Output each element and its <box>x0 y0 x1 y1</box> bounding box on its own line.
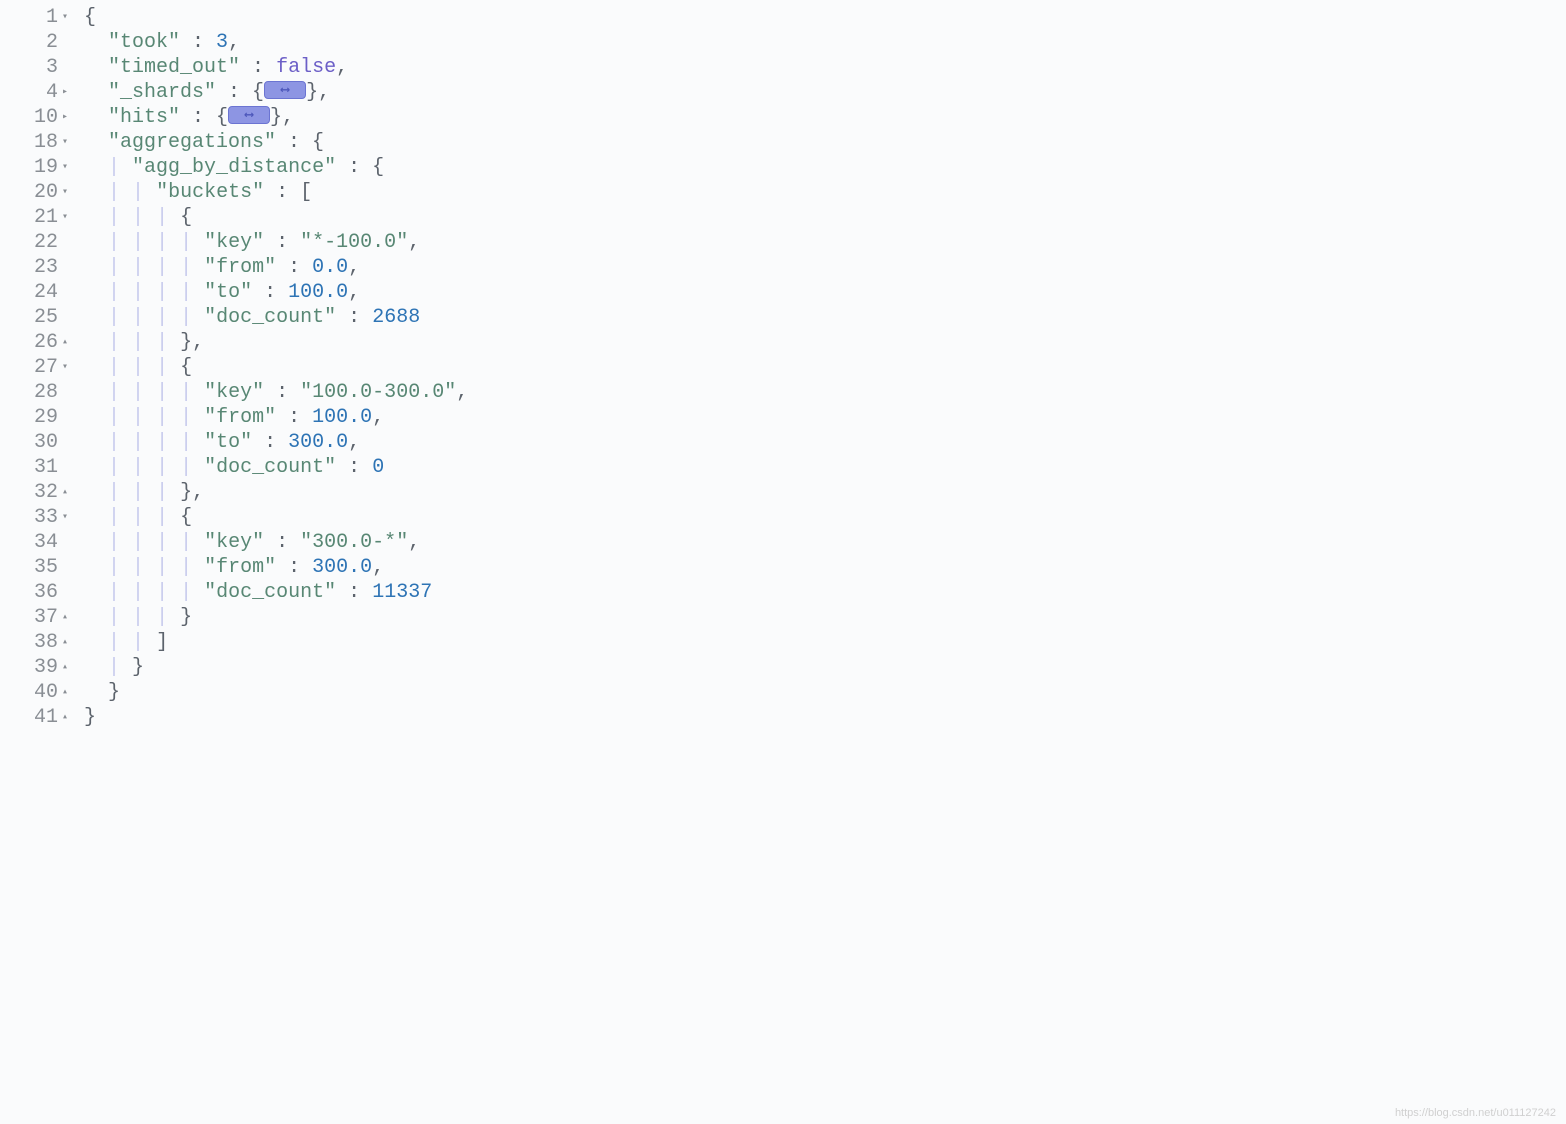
fold-icon[interactable]: ▴ <box>60 655 70 680</box>
code-line: | | | | "from" : 100.0, <box>78 405 1566 430</box>
line-number[interactable]: 36 <box>20 580 70 605</box>
fold-icon[interactable]: ▴ <box>60 680 70 705</box>
line-number[interactable]: 31 <box>20 455 70 480</box>
line-number[interactable]: 28 <box>20 380 70 405</box>
fold-icon[interactable]: ▴ <box>60 330 70 355</box>
code-line: | | | { <box>78 205 1566 230</box>
line-number[interactable]: 38▴ <box>20 630 70 655</box>
line-number[interactable]: 2 <box>20 30 70 55</box>
line-number[interactable]: 4▸ <box>20 80 70 105</box>
code-line: | } <box>78 655 1566 680</box>
fold-expand-icon[interactable] <box>264 81 306 99</box>
fold-icon[interactable]: ▾ <box>60 505 70 530</box>
line-number[interactable]: 41▴ <box>20 705 70 730</box>
code-line: | | | }, <box>78 480 1566 505</box>
line-number[interactable]: 23 <box>20 255 70 280</box>
fold-icon[interactable]: ▾ <box>60 180 70 205</box>
line-number[interactable]: 32▴ <box>20 480 70 505</box>
code-line: { <box>78 5 1566 30</box>
code-line: | | | | "key" : "300.0-*", <box>78 530 1566 555</box>
line-number[interactable]: 3 <box>20 55 70 80</box>
line-number[interactable]: 30 <box>20 430 70 455</box>
line-number[interactable]: 40▴ <box>20 680 70 705</box>
line-gutter: 1▾ 2 3 4▸ 10▸ 18▾ 19▾ 20▾ 21▾ 22 23 24 2… <box>0 0 78 735</box>
line-number[interactable]: 18▾ <box>20 130 70 155</box>
code-line: | | | { <box>78 505 1566 530</box>
code-line: "hits" : {}, <box>78 105 1566 130</box>
line-number[interactable]: 22 <box>20 230 70 255</box>
line-number[interactable]: 1▾ <box>20 5 70 30</box>
line-number[interactable]: 37▴ <box>20 605 70 630</box>
code-editor: 1▾ 2 3 4▸ 10▸ 18▾ 19▾ 20▾ 21▾ 22 23 24 2… <box>0 0 1566 735</box>
fold-icon[interactable]: ▾ <box>60 205 70 230</box>
line-number[interactable]: 39▴ <box>20 655 70 680</box>
code-line: | "agg_by_distance" : { <box>78 155 1566 180</box>
line-number[interactable]: 10▸ <box>20 105 70 130</box>
code-line: | | | | "key" : "100.0-300.0", <box>78 380 1566 405</box>
fold-icon[interactable]: ▴ <box>60 605 70 630</box>
line-number[interactable]: 34 <box>20 530 70 555</box>
fold-icon[interactable]: ▸ <box>60 80 70 105</box>
fold-icon[interactable]: ▴ <box>60 705 70 730</box>
fold-icon[interactable]: ▸ <box>60 105 70 130</box>
code-line: | | "buckets" : [ <box>78 180 1566 205</box>
code-line: "timed_out" : false, <box>78 55 1566 80</box>
code-line: | | | | "doc_count" : 11337 <box>78 580 1566 605</box>
line-number[interactable]: 33▾ <box>20 505 70 530</box>
fold-icon[interactable]: ▴ <box>60 480 70 505</box>
line-number[interactable]: 35 <box>20 555 70 580</box>
code-line: } <box>78 680 1566 705</box>
fold-icon[interactable]: ▾ <box>60 155 70 180</box>
line-number[interactable]: 19▾ <box>20 155 70 180</box>
fold-icon[interactable]: ▾ <box>60 355 70 380</box>
code-line: | | | | "to" : 100.0, <box>78 280 1566 305</box>
line-number[interactable]: 26▴ <box>20 330 70 355</box>
fold-expand-icon[interactable] <box>228 106 270 124</box>
fold-icon[interactable]: ▴ <box>60 630 70 655</box>
code-line: | | | | "to" : 300.0, <box>78 430 1566 455</box>
code-line: | | | | "from" : 300.0, <box>78 555 1566 580</box>
code-line: "aggregations" : { <box>78 130 1566 155</box>
code-line: "took" : 3, <box>78 30 1566 55</box>
code-content[interactable]: { "took" : 3, "timed_out" : false, "_sha… <box>78 0 1566 735</box>
line-number[interactable]: 25 <box>20 305 70 330</box>
code-line: | | | }, <box>78 330 1566 355</box>
code-line: | | | | "doc_count" : 0 <box>78 455 1566 480</box>
line-number[interactable]: 21▾ <box>20 205 70 230</box>
code-line: | | | | "from" : 0.0, <box>78 255 1566 280</box>
code-line: | | | { <box>78 355 1566 380</box>
line-number[interactable]: 24 <box>20 280 70 305</box>
fold-icon[interactable]: ▾ <box>60 5 70 30</box>
line-number[interactable]: 29 <box>20 405 70 430</box>
line-number[interactable]: 27▾ <box>20 355 70 380</box>
code-line: | | ] <box>78 630 1566 655</box>
code-line: } <box>78 705 1566 730</box>
fold-icon[interactable]: ▾ <box>60 130 70 155</box>
code-line: | | | } <box>78 605 1566 630</box>
code-line: "_shards" : {}, <box>78 80 1566 105</box>
code-line: | | | | "doc_count" : 2688 <box>78 305 1566 330</box>
code-line: | | | | "key" : "*-100.0", <box>78 230 1566 255</box>
watermark: https://blog.csdn.net/u011127242 <box>1395 1107 1556 1119</box>
line-number[interactable]: 20▾ <box>20 180 70 205</box>
